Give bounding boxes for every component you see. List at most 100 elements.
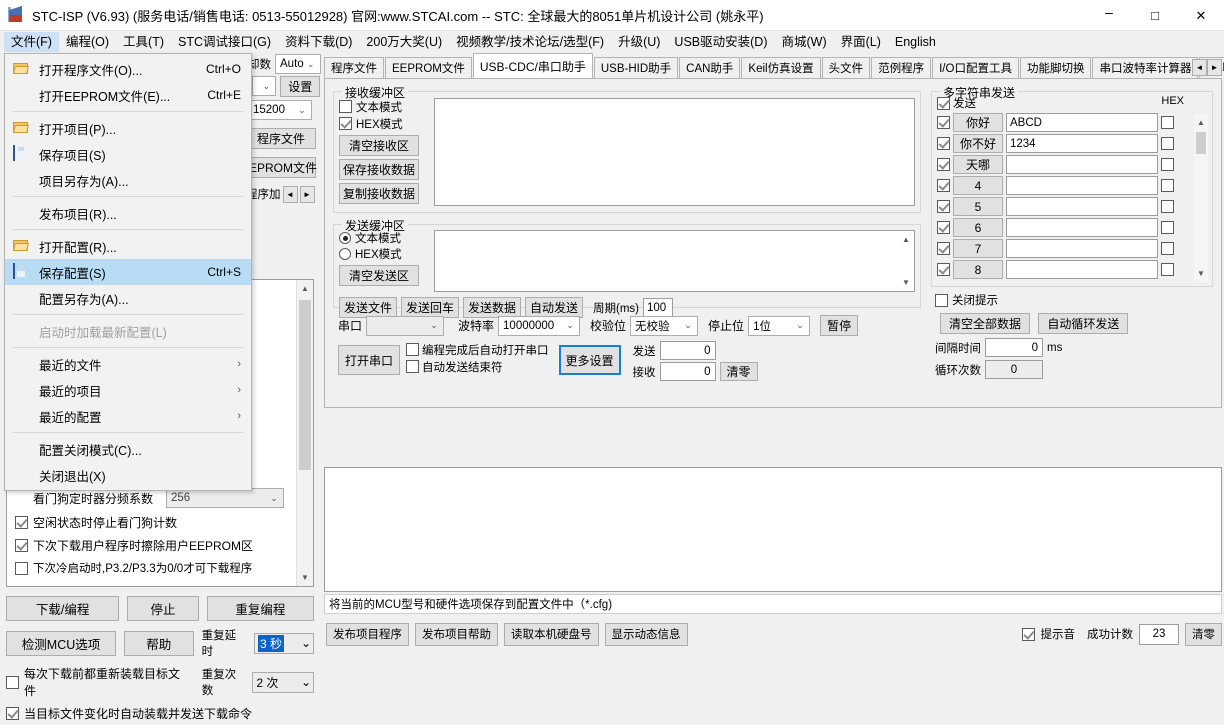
option-checkbox-2[interactable]: [15, 516, 28, 529]
multistring-value-input-5[interactable]: [1006, 218, 1158, 237]
menu-item-11[interactable]: English: [888, 32, 943, 52]
menu-item-0[interactable]: 文件(F): [4, 32, 59, 52]
multistring-hex-checkbox-3[interactable]: [1161, 179, 1174, 192]
scroll-up-icon[interactable]: ▲: [1194, 114, 1208, 131]
multistring-hex-checkbox-0[interactable]: [1161, 116, 1174, 129]
multistring-enable-checkbox-0[interactable]: [937, 116, 950, 129]
autoload-checkbox[interactable]: [6, 707, 19, 720]
tab-5[interactable]: Keil仿真设置: [741, 57, 821, 78]
file-menu-item-16[interactable]: 最近的项目 ›: [5, 377, 251, 403]
clear-all-data-button[interactable]: 清空全部数据: [940, 313, 1030, 334]
send-textarea-scrollbar[interactable]: ▲ ▼: [898, 231, 914, 291]
multistring-enable-checkbox-3[interactable]: [937, 179, 950, 192]
menu-item-1[interactable]: 编程(O): [59, 32, 116, 52]
auto-end-char-row[interactable]: 自动发送结束符: [406, 358, 549, 375]
option-checkbox-4[interactable]: [15, 561, 28, 575]
file-menu-item-19[interactable]: 配置关闭模式(C)...: [5, 436, 251, 462]
option-checkbox-3[interactable]: [15, 539, 28, 552]
log-output-area[interactable]: [324, 467, 1222, 592]
show-dynamic-info-button[interactable]: 显示动态信息: [604, 622, 688, 646]
repeat-delay-combo[interactable]: 3 秒 ⌄: [253, 632, 315, 654]
multistring-hex-checkbox-7[interactable]: [1161, 263, 1174, 276]
tab-scroll-left-icon[interactable]: ◄: [1192, 59, 1207, 76]
multistring-enable-checkbox-2[interactable]: [937, 158, 950, 171]
more-settings-button[interactable]: 更多设置: [558, 345, 621, 375]
parity-combo[interactable]: 无校验 ⌄: [630, 315, 699, 336]
settings-button[interactable]: 设置: [280, 75, 320, 97]
multistring-name-button-2[interactable]: 天哪: [953, 155, 1003, 174]
small-combo[interactable]: ⌄: [252, 76, 277, 96]
multistring-name-button-0[interactable]: 你好: [953, 113, 1003, 132]
multistring-enable-checkbox-7[interactable]: [937, 263, 950, 276]
multistring-hex-checkbox-1[interactable]: [1161, 137, 1174, 150]
close-button[interactable]: ✕: [1178, 0, 1224, 31]
options-scrollbar[interactable]: ▲ ▼: [296, 280, 313, 586]
open-port-button[interactable]: 打开串口: [338, 345, 400, 375]
port-combo[interactable]: ⌄: [366, 315, 445, 336]
interval-input[interactable]: 0: [985, 338, 1043, 357]
multistring-value-input-3[interactable]: [1006, 176, 1158, 195]
multistring-hex-checkbox-4[interactable]: [1161, 200, 1174, 213]
auto-combo[interactable]: Auto ⌄: [275, 54, 321, 74]
next-arrow-icon[interactable]: ►: [299, 185, 315, 203]
menu-item-7[interactable]: 升级(U): [611, 32, 667, 52]
tab-1[interactable]: EEPROM文件: [385, 57, 472, 78]
multistring-name-button-3[interactable]: 4: [953, 176, 1003, 195]
send-text-mode-row[interactable]: 文本模式: [339, 230, 427, 246]
auto-open-port-checkbox[interactable]: [406, 343, 419, 356]
file-menu-item-7[interactable]: 发布项目(R)...: [5, 200, 251, 226]
scroll-down-icon[interactable]: ▼: [297, 569, 313, 586]
receive-text-mode-row[interactable]: 文本模式: [339, 98, 427, 115]
save-receive-button[interactable]: 保存接收数据: [339, 159, 419, 180]
beep-checkbox[interactable]: [1021, 627, 1035, 641]
file-menu-item-5[interactable]: 项目另存为(A)...: [5, 167, 251, 193]
stop-button[interactable]: 停止: [127, 596, 199, 621]
multistring-enable-checkbox-4[interactable]: [937, 200, 950, 213]
send-hex-mode-radio[interactable]: [339, 248, 351, 260]
tab-4[interactable]: CAN助手: [679, 57, 741, 78]
menu-item-5[interactable]: 200万大奖(U): [359, 32, 449, 52]
read-disk-id-button[interactable]: 读取本机硬盘号: [504, 622, 599, 646]
prev-arrow-icon[interactable]: ◄: [282, 185, 298, 203]
multistring-value-input-6[interactable]: [1006, 239, 1158, 258]
scroll-up-icon[interactable]: ▲: [898, 231, 914, 248]
file-menu-item-20[interactable]: 关闭退出(X): [5, 462, 251, 488]
tab-scroll-right-icon[interactable]: ►: [1207, 59, 1222, 76]
scroll-down-icon[interactable]: ▼: [898, 274, 914, 291]
clear-receive-button[interactable]: 清空接收区: [339, 135, 419, 156]
detect-mcu-button[interactable]: 检测MCU选项: [6, 630, 117, 656]
pause-button[interactable]: 暂停: [820, 315, 859, 336]
receive-textarea[interactable]: [434, 98, 915, 206]
multistring-scrollbar[interactable]: ▲ ▼: [1194, 114, 1208, 282]
scroll-up-icon[interactable]: ▲: [297, 280, 313, 297]
file-menu-item-4[interactable]: 保存项目(S): [5, 141, 251, 167]
file-menu-item-0[interactable]: 打开程序文件(O)... Ctrl+O: [5, 56, 251, 82]
eeprom-file-button[interactable]: EEPROM文件: [241, 156, 317, 178]
multistring-name-button-6[interactable]: 7: [953, 239, 1003, 258]
copy-receive-button[interactable]: 复制接收数据: [339, 183, 419, 204]
baudrate-combo[interactable]: 10000000 ⌄: [498, 315, 581, 336]
repeat-count-combo[interactable]: 2 次 ⌄: [252, 671, 314, 693]
tab-2[interactable]: USB-CDC/串口助手: [472, 53, 593, 78]
tab-3[interactable]: USB-HID助手: [593, 57, 679, 78]
send-all-checkbox[interactable]: [937, 96, 950, 110]
watchdog-prescaler-combo[interactable]: 256 ⌄: [166, 488, 285, 508]
menu-item-9[interactable]: 商城(W): [774, 32, 833, 52]
help-button[interactable]: 帮助: [124, 630, 194, 656]
receive-text-mode-checkbox[interactable]: [339, 100, 352, 113]
repeat-program-button[interactable]: 重复编程: [206, 596, 314, 621]
multistring-value-input-1[interactable]: 1234: [1006, 134, 1158, 153]
menu-item-6[interactable]: 视频教学/技术论坛/选型(F): [449, 32, 611, 52]
scroll-down-icon[interactable]: ▼: [1194, 265, 1208, 282]
clear-counters-button[interactable]: 清零: [719, 362, 758, 381]
multistring-enable-checkbox-5[interactable]: [937, 221, 950, 234]
multistring-value-input-2[interactable]: [1006, 155, 1158, 174]
clear-success-count-button[interactable]: 清零: [1185, 622, 1222, 646]
send-all-row[interactable]: 发送: [937, 95, 976, 111]
menu-item-3[interactable]: STC调试接口(G): [171, 32, 278, 52]
auto-loop-send-button[interactable]: 自动循环发送: [1038, 313, 1129, 334]
program-file-button[interactable]: 程序文件: [246, 127, 316, 149]
download-program-button[interactable]: 下载/编程: [6, 596, 120, 621]
file-menu-item-9[interactable]: 打开配置(R)...: [5, 233, 251, 259]
minimize-button[interactable]: –: [1086, 0, 1132, 31]
